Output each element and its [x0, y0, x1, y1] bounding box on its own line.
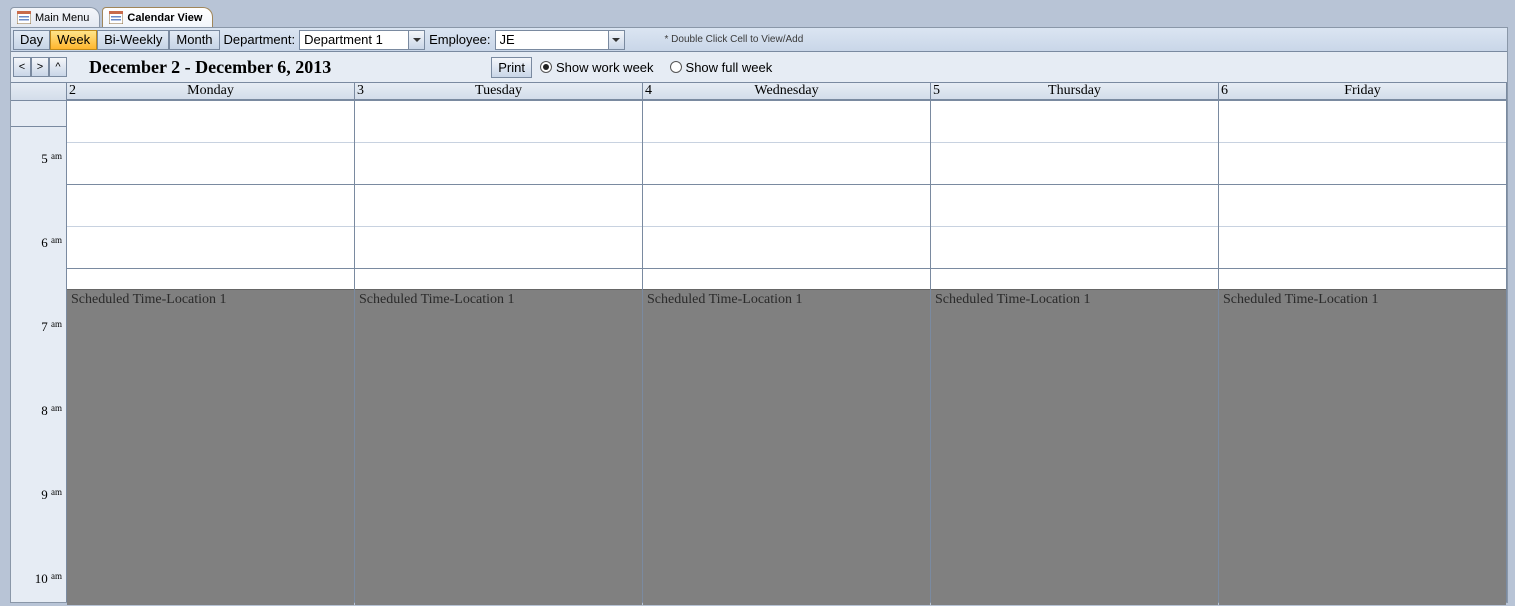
radio-label: Show work week: [556, 60, 654, 75]
time-cell[interactable]: [1219, 227, 1506, 269]
appointment-block[interactable]: Scheduled Time-Location 1: [355, 289, 642, 605]
time-cell[interactable]: [67, 143, 354, 185]
time-6am: 6 am: [41, 235, 62, 251]
day-columns: 2 Monday Scheduled Time-Location 1 3 Tuesday…: [67, 83, 1507, 602]
time-cells: Scheduled Time-Location 1: [355, 101, 642, 605]
time-cell[interactable]: [643, 101, 930, 143]
appointment-block[interactable]: Scheduled Time-Location 1: [67, 289, 354, 605]
department-combo[interactable]: [299, 30, 425, 50]
day-header[interactable]: 3 Tuesday: [355, 83, 642, 100]
time-cell[interactable]: [67, 101, 354, 143]
radio-work-week[interactable]: Show work week: [540, 60, 654, 75]
day-number: 3: [357, 83, 364, 99]
day-column: 6 Friday Scheduled Time-Location 1: [1219, 83, 1507, 602]
employee-input[interactable]: [496, 31, 608, 49]
time-cell[interactable]: [355, 143, 642, 185]
time-cell[interactable]: [1219, 143, 1506, 185]
appointment-block[interactable]: Scheduled Time-Location 1: [1219, 289, 1506, 605]
time-8am: 8 am: [41, 403, 62, 419]
time-10am: 10 am: [35, 571, 62, 587]
time-5am: 5 am: [41, 151, 62, 167]
tab-label: Calendar View: [127, 12, 202, 24]
time-cell[interactable]: [643, 185, 930, 227]
day-header[interactable]: 5 Thursday: [931, 83, 1218, 100]
view-biweekly-button[interactable]: Bi-Weekly: [97, 30, 169, 50]
day-column: 2 Monday Scheduled Time-Location 1: [67, 83, 355, 602]
tab-calendar-view[interactable]: Calendar View: [102, 7, 213, 27]
appointment-block[interactable]: Scheduled Time-Location 1: [643, 289, 930, 605]
form-icon: [17, 11, 31, 24]
employee-combo[interactable]: [495, 30, 625, 50]
time-cell[interactable]: [355, 185, 642, 227]
time-cell[interactable]: [1219, 101, 1506, 143]
appointment-block[interactable]: Scheduled Time-Location 1: [931, 289, 1218, 605]
tab-main-menu[interactable]: Main Menu: [10, 7, 100, 27]
print-button[interactable]: Print: [491, 57, 532, 78]
time-cell[interactable]: [931, 101, 1218, 143]
radio-icon: [540, 61, 552, 73]
view-week-button[interactable]: Week: [50, 30, 97, 50]
day-column: 3 Tuesday Scheduled Time-Location 1: [355, 83, 643, 602]
day-column: 4 Wednesday Scheduled Time-Location 1: [643, 83, 931, 602]
prev-button[interactable]: <: [13, 57, 31, 77]
view-day-button[interactable]: Day: [13, 30, 50, 50]
hint-text: * Double Click Cell to View/Add: [665, 34, 804, 45]
day-header[interactable]: 4 Wednesday: [643, 83, 930, 100]
time-cell[interactable]: [1219, 185, 1506, 227]
time-cells: Scheduled Time-Location 1: [643, 101, 930, 605]
time-cells: Scheduled Time-Location 1: [67, 101, 354, 605]
time-cell[interactable]: [931, 185, 1218, 227]
time-cell[interactable]: [67, 185, 354, 227]
day-name: Thursday: [1048, 83, 1101, 99]
next-button[interactable]: >: [31, 57, 49, 77]
dropdown-icon[interactable]: [608, 31, 624, 49]
day-number: 6: [1221, 83, 1228, 99]
employee-label: Employee:: [425, 32, 494, 47]
time-cell[interactable]: [355, 227, 642, 269]
day-name: Monday: [187, 83, 234, 99]
department-label: Department:: [220, 32, 300, 47]
time-7am: 7 am: [41, 319, 62, 335]
tab-label: Main Menu: [35, 12, 89, 24]
nav-bar: < > ^ December 2 - December 6, 2013 Prin…: [11, 52, 1507, 82]
time-cells: Scheduled Time-Location 1: [1219, 101, 1506, 605]
date-range-title: December 2 - December 6, 2013: [89, 57, 331, 78]
day-number: 5: [933, 83, 940, 99]
calendar-content: Day Week Bi-Weekly Month Department: Emp…: [10, 27, 1508, 603]
time-cell[interactable]: [643, 227, 930, 269]
day-name: Friday: [1344, 83, 1381, 99]
day-name: Wednesday: [754, 83, 818, 99]
radio-label: Show full week: [686, 60, 773, 75]
day-header[interactable]: 6 Friday: [1219, 83, 1506, 100]
time-9am: 9 am: [41, 487, 62, 503]
time-cell[interactable]: [67, 227, 354, 269]
day-column: 5 Thursday Scheduled Time-Location 1: [931, 83, 1219, 602]
radio-icon: [670, 61, 682, 73]
tab-strip: Main Menu Calendar View: [10, 5, 1515, 27]
view-toolbar: Day Week Bi-Weekly Month Department: Emp…: [11, 28, 1507, 52]
calendar-grid: 5 am 6 am 7 am 8 am 9 am 10 am 2 Monday Sc…: [11, 82, 1507, 602]
time-cell[interactable]: [931, 227, 1218, 269]
time-cells: Scheduled Time-Location 1: [931, 101, 1218, 605]
day-number: 2: [69, 83, 76, 99]
time-gutter: 5 am 6 am 7 am 8 am 9 am 10 am: [11, 83, 67, 602]
view-month-button[interactable]: Month: [169, 30, 219, 50]
time-cell[interactable]: [931, 143, 1218, 185]
day-name: Tuesday: [475, 83, 522, 99]
time-cell[interactable]: [643, 143, 930, 185]
dropdown-icon[interactable]: [408, 31, 424, 49]
form-icon: [109, 11, 123, 24]
radio-full-week[interactable]: Show full week: [670, 60, 773, 75]
up-button[interactable]: ^: [49, 57, 67, 77]
day-header[interactable]: 2 Monday: [67, 83, 354, 100]
department-input[interactable]: [300, 31, 408, 49]
day-number: 4: [645, 83, 652, 99]
time-cell[interactable]: [355, 101, 642, 143]
